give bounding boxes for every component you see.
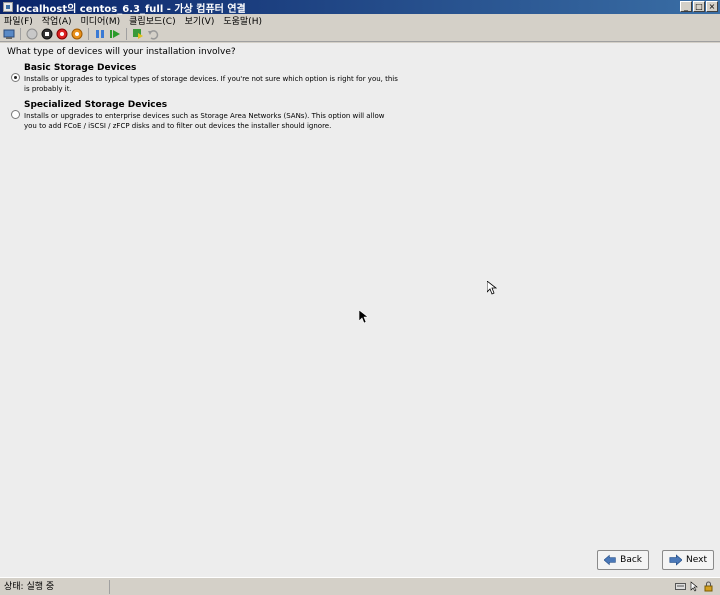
- title-bar: localhost의 centos_6.3_full - 가상 컴퓨터 연결 _…: [0, 0, 720, 15]
- menu-media[interactable]: 미디어(M): [81, 14, 121, 27]
- window-controls: _ □ ×: [680, 1, 718, 12]
- next-button[interactable]: Next: [662, 550, 714, 570]
- status-text: 상태: 실행 중: [0, 579, 110, 594]
- option-description: Installs or upgrades to enterprise devic…: [24, 112, 385, 130]
- turn-off-icon[interactable]: [41, 28, 53, 40]
- toolbar: [0, 26, 720, 42]
- mouse-cursor-icon: [487, 281, 497, 295]
- maximize-button[interactable]: □: [693, 1, 705, 12]
- snapshot-icon[interactable]: [132, 28, 144, 40]
- menu-file[interactable]: 파일(F): [4, 14, 33, 27]
- vm-connection-icon: [3, 2, 13, 12]
- option-title: Basic Storage Devices: [24, 63, 137, 73]
- menu-help[interactable]: 도움말(H): [223, 14, 262, 27]
- start-icon[interactable]: [26, 28, 38, 40]
- lock-icon: [704, 581, 713, 592]
- pause-icon[interactable]: [94, 28, 106, 40]
- status-bar: 상태: 실행 중: [0, 577, 720, 595]
- mouse-icon: [690, 581, 698, 592]
- close-button[interactable]: ×: [706, 1, 718, 12]
- menu-bar: 파일(F) 작업(A) 미디어(M) 클립보드(C) 보기(V) 도움말(H): [0, 14, 720, 27]
- ctrl-alt-del-icon[interactable]: [3, 28, 15, 40]
- revert-icon[interactable]: [147, 28, 159, 40]
- minimize-button[interactable]: _: [680, 1, 692, 12]
- menu-action[interactable]: 작업(A): [42, 14, 72, 27]
- toolbar-separator: [88, 27, 89, 40]
- toolbar-separator: [20, 27, 21, 40]
- radio-specialized-storage[interactable]: [11, 110, 20, 119]
- back-button-label: Back: [620, 555, 642, 565]
- toolbar-separator: [126, 27, 127, 40]
- radio-basic-storage[interactable]: [11, 73, 20, 82]
- next-button-label: Next: [686, 555, 707, 565]
- keyboard-icon: [675, 583, 686, 590]
- save-icon[interactable]: [71, 28, 83, 40]
- option-title: Specialized Storage Devices: [24, 100, 168, 110]
- storage-question: What type of devices will your installat…: [7, 47, 236, 57]
- back-arrow-icon: [604, 554, 616, 566]
- menu-view[interactable]: 보기(V): [185, 14, 215, 27]
- shutdown-icon[interactable]: [56, 28, 68, 40]
- menu-clipboard[interactable]: 클립보드(C): [129, 14, 175, 27]
- status-icons: [675, 581, 714, 592]
- back-button[interactable]: Back: [597, 550, 649, 570]
- resume-icon[interactable]: [109, 28, 121, 40]
- mouse-cursor-icon: [359, 310, 369, 324]
- window-title: localhost의 centos_6.3_full - 가상 컴퓨터 연결: [16, 3, 246, 15]
- guest-screen[interactable]: What type of devices will your installat…: [0, 43, 720, 577]
- next-arrow-icon: [669, 554, 683, 566]
- option-description: Installs or upgrades to typical types of…: [24, 75, 398, 93]
